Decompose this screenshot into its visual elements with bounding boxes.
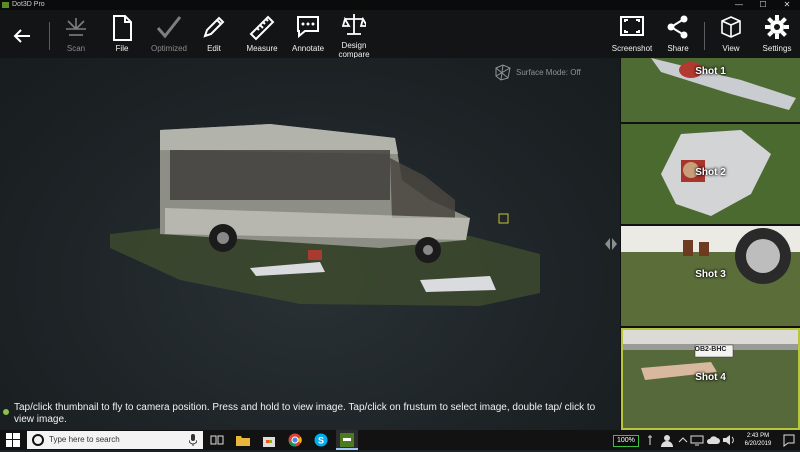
file-label: File [115,44,129,53]
share-icon [667,15,688,39]
store-icon[interactable] [262,433,276,447]
arrow-left-icon [13,29,30,43]
mesh-surface-icon [495,64,511,81]
toolbar-separator [49,22,50,50]
task-view-icon[interactable] [210,433,224,447]
close-button[interactable]: ✕ [776,0,798,10]
taskbar-search-box[interactable]: Type here to search [27,431,203,449]
shot-thumbnail[interactable]: Shot 2 [621,124,800,224]
shot-thumbnail[interactable]: Shot 1 [621,58,800,122]
comment-icon [297,16,319,39]
taskbar-clock[interactable]: 2:43 PM 6/20/2019 [740,432,776,448]
user-icon[interactable] [660,433,674,447]
gear-icon [765,15,789,39]
annotate-button[interactable]: Annotate [286,10,330,58]
action-center-icon[interactable] [782,433,796,447]
svg-text:S: S [318,436,324,446]
ruler-icon [249,15,275,41]
measure-label: Measure [246,44,278,53]
dot3d-taskbar-button[interactable] [336,430,358,450]
file-icon [113,15,132,41]
windows-logo-icon [6,433,20,447]
clock-time: 2:43 PM [746,433,770,439]
view-label: View [722,44,740,53]
cube-view-icon [721,16,741,38]
resize-arrows-icon [605,238,617,250]
screenshot-icon [620,16,644,36]
shot-label: Shot 2 [695,167,726,178]
windows-start-button[interactable] [6,433,20,447]
skype-icon[interactable]: S [314,433,328,447]
view-button[interactable]: View [712,10,750,58]
settings-button[interactable]: Settings [756,10,798,58]
maximize-button[interactable]: ☐ [752,0,774,10]
back-button[interactable] [12,28,32,49]
point-cloud-scene [110,124,540,306]
panel-splitter-handle[interactable] [604,236,618,257]
dot3d-app-icon [340,433,354,447]
shot-label: Shot 3 [695,269,726,280]
optimized-label: Optimized [150,44,187,53]
edit-label: Edit [207,44,221,53]
3d-viewport[interactable]: Surface Mode: Off Tap/click thumbnail to… [0,58,620,430]
battery-plug-icon [645,433,655,447]
surface-mode-toggle[interactable]: Surface Mode: Off [495,64,581,81]
license-plate-text: OB2-BHC [694,346,727,353]
network-icon[interactable] [690,433,704,447]
title-bar: Dot3D Pro — ☐ ✕ [0,0,800,10]
app-icon [2,2,9,8]
shot-thumbnails-panel: Shot 1 Shot 2 Shot 3 OB2-BHC Shot 4 [620,58,800,430]
file-explorer-icon[interactable] [236,433,250,447]
cortana-icon [32,434,44,446]
scan-icon [66,18,86,36]
optimized-button[interactable]: Optimized [146,10,192,58]
cloud-icon[interactable] [706,433,720,447]
chevron-up-icon[interactable] [678,433,688,447]
minimize-button[interactable]: — [728,0,750,10]
frustum-marker [498,213,509,224]
check-icon [156,16,182,39]
file-button[interactable]: File [102,10,142,58]
measure-button[interactable]: Measure [240,10,284,58]
shot-label: Shot 1 [695,66,726,77]
shot-thumbnail-selected[interactable]: OB2-BHC Shot 4 [621,328,800,430]
pencil-icon [203,16,225,38]
status-dot [3,409,9,415]
shot-label: Shot 4 [695,372,726,383]
clock-date: 6/20/2019 [744,441,772,447]
microphone-icon[interactable] [189,434,197,446]
window-title: Dot3D Pro [12,1,45,8]
share-label: Share [667,44,689,53]
battery-indicator[interactable]: 100% [613,435,639,447]
taskbar: Type here to search S 100% 2:43 PM 6/20/… [0,430,800,450]
compare-icon [342,14,366,35]
design-compare-label: Design compare [338,41,370,59]
volume-icon[interactable] [722,433,736,447]
screenshot-label: Screenshot [611,44,653,53]
share-button[interactable]: Share [658,10,698,58]
design-compare-button[interactable]: Design compare [332,10,376,59]
shot-thumbnail[interactable]: Shot 3 [621,226,800,326]
edit-button[interactable]: Edit [194,10,234,58]
toolbar-separator [704,22,705,50]
scan-button[interactable]: Scan [56,10,96,58]
surface-mode-label: Surface Mode: Off [516,68,581,77]
toolbar: Scan File Optimized Edit Measure Annotat… [0,10,800,59]
screenshot-button[interactable]: Screenshot [609,10,655,58]
settings-label: Settings [762,44,792,53]
hint-text: Tap/click thumbnail to fly to camera pos… [14,402,596,425]
scan-label: Scan [66,44,86,53]
annotate-label: Annotate [291,44,325,53]
search-placeholder: Type here to search [49,435,120,444]
chrome-icon[interactable] [288,433,302,447]
